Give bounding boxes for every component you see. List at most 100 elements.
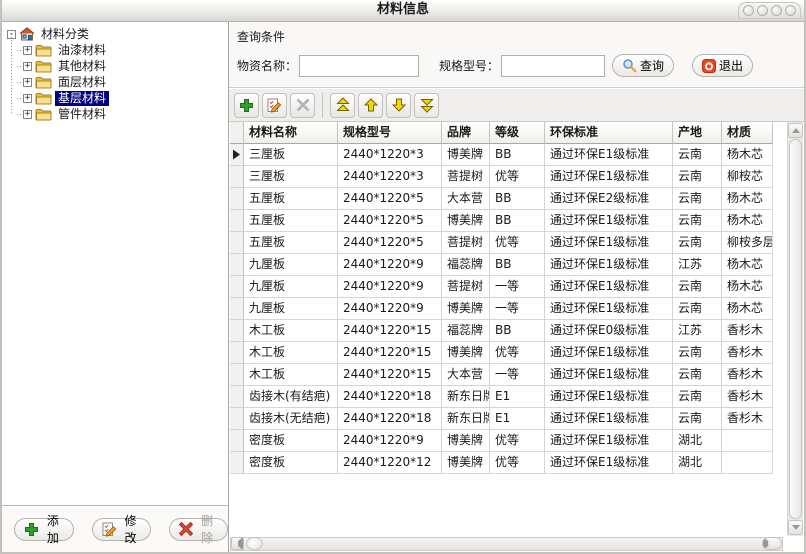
table-cell[interactable]: 五厘板 <box>244 210 338 232</box>
table-cell[interactable]: 博美牌 <box>442 430 490 452</box>
table-cell[interactable]: 通过环保E1级标准 <box>545 430 673 452</box>
table-row[interactable]: 密度板2440*1220*12博美牌优等通过环保E1级标准湖北 <box>230 452 773 474</box>
table-cell[interactable]: BB <box>490 144 545 166</box>
row-selector[interactable] <box>230 364 244 386</box>
row-selector[interactable] <box>230 342 244 364</box>
prev-row-toolbar-button[interactable] <box>358 93 383 118</box>
table-cell[interactable]: 云南 <box>673 364 722 386</box>
search-button[interactable]: 查询 <box>612 54 674 77</box>
table-cell[interactable]: 新东日牌 <box>442 386 490 408</box>
table-cell[interactable]: 通过环保E1级标准 <box>545 276 673 298</box>
column-header-1[interactable]: 规格型号 <box>338 122 442 144</box>
table-cell[interactable]: 优等 <box>490 430 545 452</box>
table-cell[interactable]: 2440*1220*5 <box>338 210 442 232</box>
table-cell[interactable]: 2440*1220*18 <box>338 386 442 408</box>
table-cell[interactable]: 香杉木 <box>722 408 773 430</box>
table-cell[interactable]: E1 <box>490 408 545 430</box>
scroll-up-button[interactable] <box>788 123 803 138</box>
row-selector[interactable] <box>230 188 244 210</box>
table-cell[interactable]: 通过环保E1级标准 <box>545 408 673 430</box>
table-cell[interactable]: 齿接木(有结疤) <box>244 386 338 408</box>
tree-root-node[interactable]: - 材料分类 <box>4 26 226 42</box>
exit-button[interactable]: 退出 <box>692 54 753 77</box>
table-cell[interactable]: 云南 <box>673 166 722 188</box>
table-cell[interactable]: 2440*1220*5 <box>338 188 442 210</box>
table-cell[interactable]: E1 <box>490 386 545 408</box>
horizontal-scrollbar[interactable] <box>230 537 783 551</box>
row-selector[interactable] <box>230 408 244 430</box>
table-cell[interactable]: 杨木芯 <box>722 144 773 166</box>
table-row[interactable]: 五厘板2440*1220*5菩提树优等通过环保E1级标准云南柳桉多层 <box>230 232 773 254</box>
delete-toolbar-button[interactable] <box>290 93 315 118</box>
table-cell[interactable]: 通过环保E1级标准 <box>545 386 673 408</box>
table-cell[interactable]: 九厘板 <box>244 276 338 298</box>
table-cell[interactable]: 密度板 <box>244 452 338 474</box>
expand-icon[interactable]: + <box>23 78 32 87</box>
column-header-5[interactable]: 产地 <box>673 122 722 144</box>
first-row-toolbar-button[interactable] <box>330 93 355 118</box>
table-cell[interactable]: 通过环保E1级标准 <box>545 342 673 364</box>
column-header-0[interactable]: 材料名称 <box>244 122 338 144</box>
expand-icon[interactable]: + <box>23 94 32 103</box>
expand-icon[interactable]: + <box>23 46 32 55</box>
table-cell[interactable]: 江苏 <box>673 320 722 342</box>
table-cell[interactable]: 菩提树 <box>442 166 490 188</box>
table-cell[interactable]: 2440*1220*5 <box>338 232 442 254</box>
table-cell[interactable]: BB <box>490 188 545 210</box>
tree-item-0[interactable]: +油漆材料 <box>4 42 226 58</box>
table-cell[interactable]: 香杉木 <box>722 320 773 342</box>
table-cell[interactable]: 木工板 <box>244 342 338 364</box>
table-cell[interactable]: 江苏 <box>673 254 722 276</box>
table-cell[interactable]: 优等 <box>490 342 545 364</box>
table-row[interactable]: 齿接木(有结疤)2440*1220*18新东日牌E1通过环保E1级标准云南香杉木 <box>230 386 773 408</box>
table-cell[interactable]: 三厘板 <box>244 144 338 166</box>
table-cell[interactable]: 2440*1220*15 <box>338 320 442 342</box>
table-cell[interactable]: 优等 <box>490 232 545 254</box>
table-cell[interactable]: 木工板 <box>244 364 338 386</box>
table-cell[interactable]: 云南 <box>673 276 722 298</box>
row-selector[interactable] <box>230 298 244 320</box>
table-cell[interactable]: 2440*1220*18 <box>338 408 442 430</box>
spec-input[interactable] <box>501 55 605 77</box>
table-cell[interactable]: 九厘板 <box>244 254 338 276</box>
table-cell[interactable]: 柳桉多层 <box>722 232 773 254</box>
material-name-input[interactable] <box>299 55 419 77</box>
table-cell[interactable]: 通过环保E0级标准 <box>545 320 673 342</box>
table-row[interactable]: 九厘板2440*1220*9博美牌一等通过环保E1级标准云南杨木芯 <box>230 298 773 320</box>
table-cell[interactable]: 香杉木 <box>722 364 773 386</box>
table-cell[interactable]: 福蕊牌 <box>442 254 490 276</box>
column-header-3[interactable]: 等级 <box>490 122 545 144</box>
expand-icon[interactable]: + <box>23 110 32 119</box>
column-header-2[interactable]: 品牌 <box>442 122 490 144</box>
table-cell[interactable]: 一等 <box>490 298 545 320</box>
table-row[interactable]: 齿接木(无结疤)2440*1220*18新东日牌E1通过环保E1级标准云南香杉木 <box>230 408 773 430</box>
table-cell[interactable]: 博美牌 <box>442 144 490 166</box>
table-cell[interactable]: 云南 <box>673 298 722 320</box>
table-cell[interactable]: 齿接木(无结疤) <box>244 408 338 430</box>
table-cell[interactable]: 通过环保E2级标准 <box>545 188 673 210</box>
table-cell[interactable]: 五厘板 <box>244 188 338 210</box>
table-cell[interactable]: BB <box>490 210 545 232</box>
table-cell[interactable] <box>722 452 773 474</box>
vertical-scrollbar[interactable] <box>787 122 803 536</box>
last-row-toolbar-button[interactable] <box>414 93 439 118</box>
table-cell[interactable]: 菩提树 <box>442 276 490 298</box>
modify-button[interactable]: 修改 <box>92 518 152 541</box>
table-cell[interactable]: 博美牌 <box>442 452 490 474</box>
delete-button[interactable]: 删除 <box>169 518 228 541</box>
window-control-button[interactable] <box>771 5 782 16</box>
horizontal-scrollbar-thumb[interactable] <box>246 537 263 550</box>
tree-item-4[interactable]: +管件材料 <box>4 106 226 122</box>
table-cell[interactable]: 通过环保E1级标准 <box>545 232 673 254</box>
table-row[interactable]: 九厘板2440*1220*9福蕊牌BB通过环保E1级标准江苏杨木芯 <box>230 254 773 276</box>
row-selector[interactable] <box>230 210 244 232</box>
table-cell[interactable]: 一等 <box>490 276 545 298</box>
table-cell[interactable]: 2440*1220*9 <box>338 276 442 298</box>
row-selector[interactable] <box>230 166 244 188</box>
table-cell[interactable]: 2440*1220*15 <box>338 364 442 386</box>
table-cell[interactable]: 2440*1220*15 <box>338 342 442 364</box>
table-cell[interactable]: 大本营 <box>442 364 490 386</box>
tree-item-3[interactable]: +基层材料 <box>4 90 226 106</box>
table-cell[interactable]: 博美牌 <box>442 210 490 232</box>
edit-toolbar-button[interactable] <box>262 93 287 118</box>
